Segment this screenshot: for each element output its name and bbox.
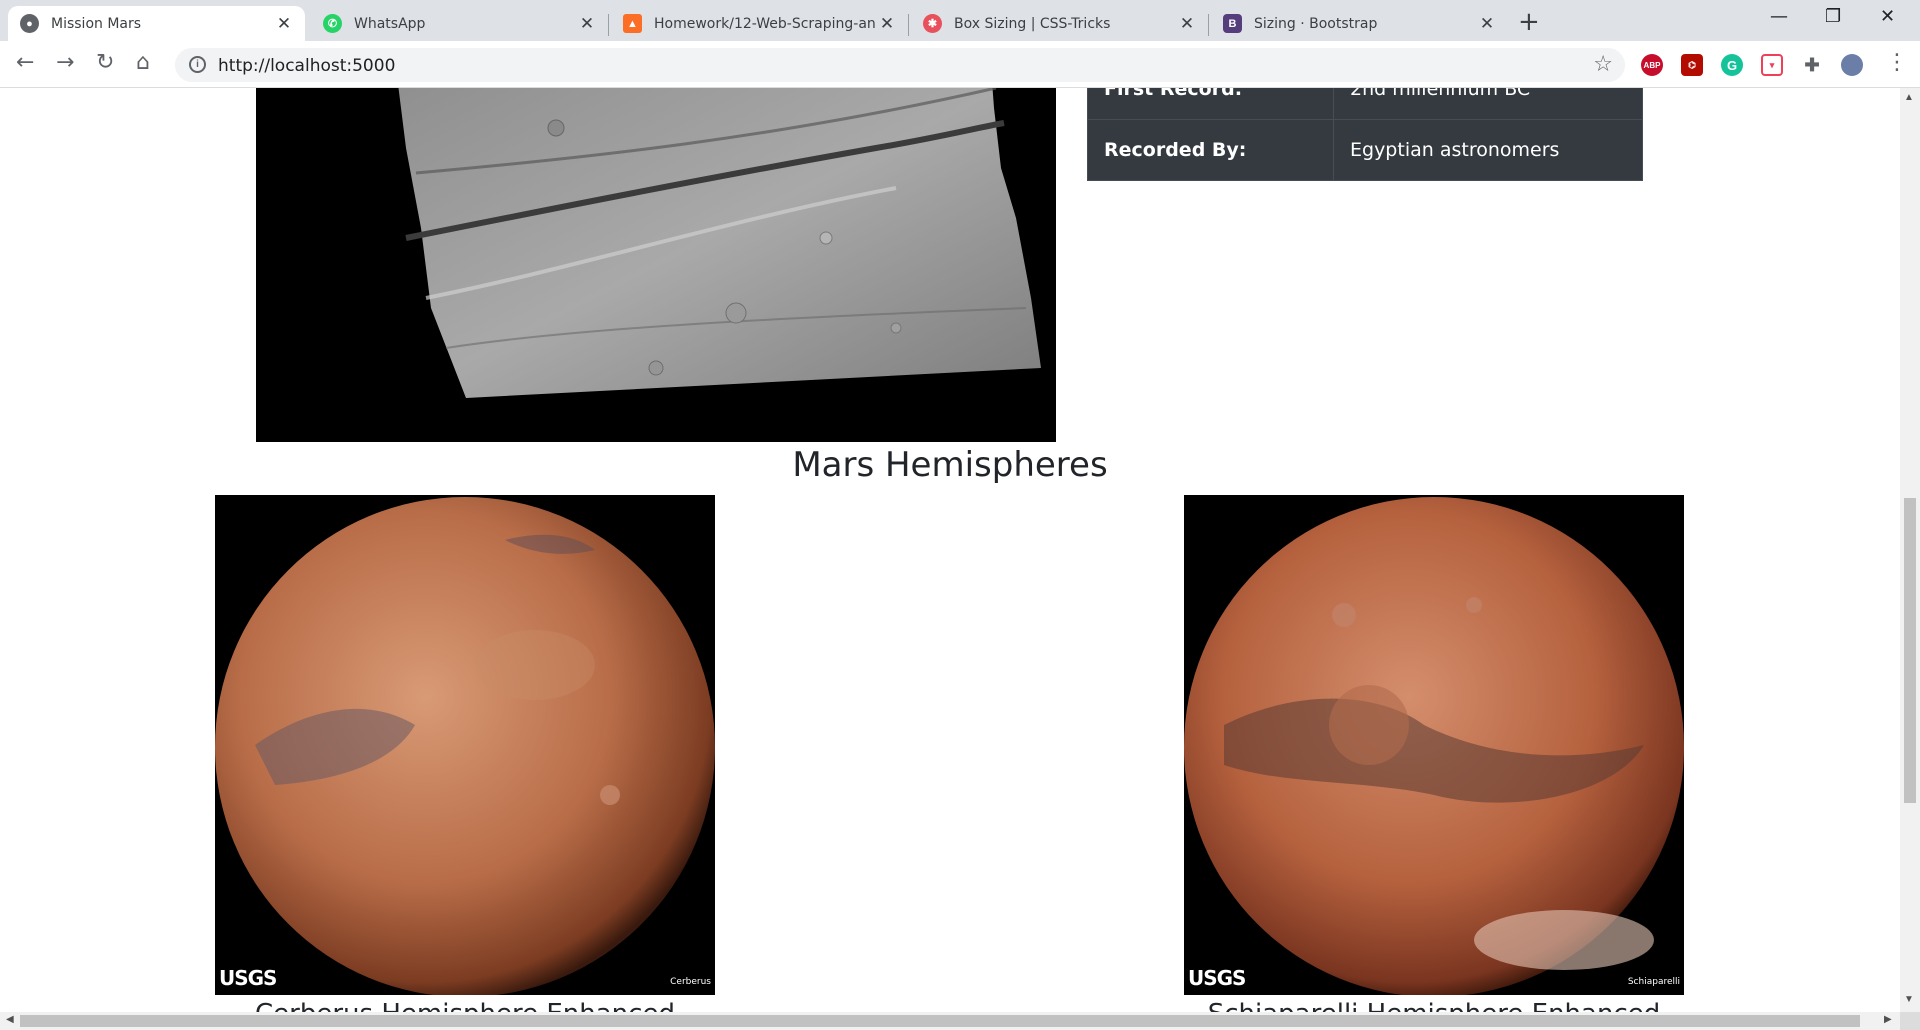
mars-surface-image	[398, 88, 1041, 398]
hemisphere-card-cerberus: USGS Cerberus Cerberus Hemisphere Enhanc…	[215, 495, 715, 1012]
table-row: First Record: 2nd millennium BC	[1087, 88, 1643, 120]
close-window-icon[interactable]: ✕	[1880, 6, 1895, 27]
mars-globe-schiaparelli	[1184, 497, 1684, 995]
scroll-right-icon[interactable]: ▶	[1884, 1014, 1892, 1025]
url-text[interactable]: http://localhost:5000	[218, 56, 395, 76]
page-viewport: First Record: 2nd millennium BC Recorded…	[0, 88, 1900, 1012]
usgs-logo: USGS	[1188, 966, 1246, 990]
close-tab-icon[interactable]: ✕	[275, 14, 293, 34]
profile-avatar[interactable]	[1841, 54, 1863, 76]
menu-kebab-icon[interactable]: ⋮	[1886, 52, 1908, 74]
fact-value: 2nd millennium BC	[1333, 88, 1643, 120]
hemisphere-image: USGS Schiaparelli	[1184, 495, 1684, 995]
tab-title: Homework/12-Web-Scraping-an	[654, 15, 876, 32]
tab-divider	[908, 14, 909, 36]
mars-globe-cerberus	[215, 497, 715, 995]
scroll-left-icon[interactable]: ◀	[6, 1014, 14, 1025]
tab-gitlab[interactable]: ▲ Homework/12-Web-Scraping-an ✕	[611, 6, 908, 41]
new-tab-button[interactable]: +	[1518, 9, 1540, 35]
close-tab-icon[interactable]: ✕	[1478, 14, 1496, 34]
horizontal-scrollbar[interactable]: ◀ ▶	[0, 1012, 1900, 1030]
forward-icon[interactable]: →	[56, 52, 74, 74]
grammarly-icon[interactable]: G	[1721, 54, 1743, 76]
minimize-icon[interactable]: —	[1770, 6, 1788, 27]
tab-title: Box Sizing | CSS-Tricks	[954, 15, 1111, 32]
hemisphere-caption: Cerberus Hemisphere Enhanced	[215, 999, 715, 1012]
fact-label: First Record:	[1087, 88, 1334, 120]
scrollbar-corner	[1900, 1012, 1920, 1030]
hemispheres-heading: Mars Hemispheres	[792, 445, 1108, 485]
acrobat-icon[interactable]: ⌬	[1681, 54, 1703, 76]
table-row: Recorded By: Egyptian astronomers	[1087, 119, 1643, 181]
tab-bootstrap[interactable]: B Sizing · Bootstrap ✕	[1211, 6, 1508, 41]
vertical-scrollbar[interactable]: ▲ ▼	[1900, 88, 1920, 1012]
bootstrap-icon: B	[1223, 14, 1242, 33]
bookmark-star-icon[interactable]: ☆	[1593, 52, 1613, 77]
back-icon[interactable]: ←	[16, 52, 34, 74]
tab-css-tricks[interactable]: ✱ Box Sizing | CSS-Tricks ✕	[911, 6, 1208, 41]
plate-label: Schiaparelli	[1627, 977, 1680, 987]
hemisphere-caption: Schiaparelli Hemisphere Enhanced	[1184, 999, 1684, 1012]
site-info-icon[interactable]: i	[189, 56, 206, 73]
browser-toolbar: ← → ↻ ⌂ i http://localhost:5000 ☆ ABP ⌬ …	[0, 41, 1920, 88]
close-tab-icon[interactable]: ✕	[878, 14, 896, 34]
usgs-logo: USGS	[219, 966, 277, 990]
home-icon[interactable]: ⌂	[136, 52, 150, 74]
scroll-up-icon[interactable]: ▲	[1904, 92, 1914, 103]
fact-label: Recorded By:	[1087, 119, 1334, 181]
tab-whatsapp[interactable]: ✆ WhatsApp ✕	[311, 6, 608, 41]
css-tricks-icon: ✱	[923, 14, 942, 33]
featured-image	[256, 88, 1056, 442]
adblock-plus-icon[interactable]: ABP	[1641, 54, 1663, 76]
scroll-down-icon[interactable]: ▼	[1904, 994, 1914, 1005]
tab-title: Sizing · Bootstrap	[1254, 15, 1378, 32]
globe-icon: ●	[20, 14, 39, 33]
tab-divider	[1208, 14, 1209, 36]
mars-facts-table: First Record: 2nd millennium BC Recorded…	[1087, 88, 1643, 181]
extensions-puzzle-icon[interactable]: ✚	[1801, 54, 1823, 76]
vertical-scroll-thumb[interactable]	[1904, 498, 1916, 803]
close-tab-icon[interactable]: ✕	[578, 14, 596, 34]
reload-icon[interactable]: ↻	[96, 52, 114, 74]
hemisphere-image: USGS Cerberus	[215, 495, 715, 995]
tab-title: Mission Mars	[51, 15, 142, 32]
tab-strip: ● Mission Mars ✕ ✆ WhatsApp ✕ ▲ Homework…	[0, 0, 1920, 41]
plate-label: Cerberus	[670, 977, 711, 987]
hemisphere-card-schiaparelli: USGS Schiaparelli Schiaparelli Hemispher…	[1184, 495, 1684, 1012]
horizontal-scroll-thumb[interactable]	[20, 1015, 1860, 1027]
whatsapp-icon: ✆	[323, 14, 342, 33]
tab-divider	[608, 14, 609, 36]
tab-title: WhatsApp	[354, 15, 426, 32]
address-bar[interactable]: i http://localhost:5000 ☆	[175, 48, 1625, 82]
tab-mission-mars[interactable]: ● Mission Mars ✕	[8, 6, 305, 41]
gitlab-icon: ▲	[623, 14, 642, 33]
close-tab-icon[interactable]: ✕	[1178, 14, 1196, 34]
pocket-icon[interactable]: ▾	[1761, 54, 1783, 76]
fact-value: Egyptian astronomers	[1333, 119, 1643, 181]
restore-icon[interactable]: ❐	[1825, 6, 1841, 27]
